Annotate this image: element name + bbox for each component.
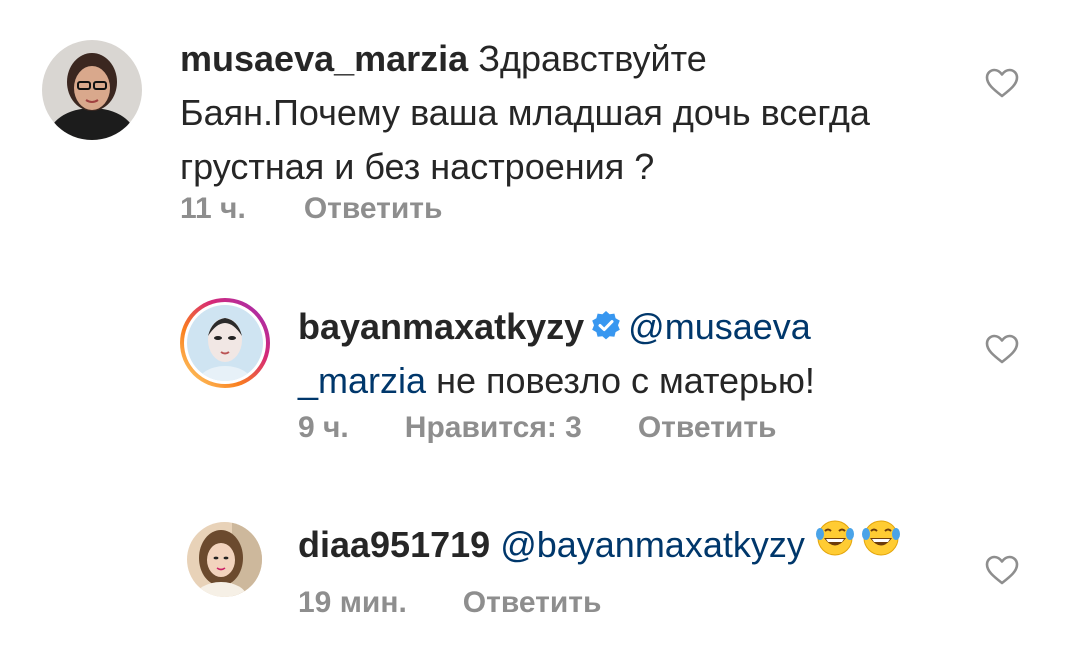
- comment-meta: 11 ч. Ответить: [180, 192, 442, 226]
- comment-time: 11 ч.: [180, 192, 246, 225]
- avatar[interactable]: [187, 522, 262, 597]
- comment-text-line1: Здравствуйте: [478, 38, 707, 79]
- comment-time: 9 ч.: [298, 411, 349, 444]
- reply-button[interactable]: Ответить: [304, 192, 443, 226]
- reply-button[interactable]: Ответить: [463, 586, 602, 620]
- mention-link[interactable]: @bayanmaxatkyzy: [500, 524, 805, 565]
- laughing-tears-emoji-icon: [815, 517, 905, 572]
- mention-link[interactable]: @musaeva: [628, 306, 811, 347]
- avatar[interactable]: [42, 40, 142, 140]
- heart-icon[interactable]: [985, 68, 1019, 98]
- comment-body: diaa951719 @bayanmaxatkyzy: [298, 517, 958, 578]
- profile-photo-story-ring-icon: [180, 298, 270, 388]
- comment-username[interactable]: musaeva_marzia: [180, 38, 468, 79]
- comment-meta: 19 мин. Ответить: [298, 586, 601, 620]
- avatar[interactable]: [178, 296, 272, 390]
- heart-icon[interactable]: [985, 555, 1019, 585]
- mention-link-continued[interactable]: _marzia: [298, 360, 426, 401]
- verified-badge-icon: [592, 311, 620, 340]
- comment-username[interactable]: bayanmaxatkyzy: [298, 306, 584, 347]
- comment-time: 19 мин.: [298, 586, 407, 619]
- heart-icon[interactable]: [985, 334, 1019, 364]
- comment-body: musaeva_marzia Здравствуйте Баян.Почему …: [180, 32, 960, 194]
- comment-text-line2: Баян.Почему ваша младшая дочь всегда: [180, 92, 870, 133]
- comment-text-line3: грустная и без настроения ?: [180, 146, 655, 187]
- comment-username[interactable]: diaa951719: [298, 524, 490, 565]
- reply-button[interactable]: Ответить: [638, 411, 777, 445]
- profile-photo-icon: [42, 40, 142, 140]
- comment-meta: 9 ч. Нравится: 3 Ответить: [298, 411, 776, 445]
- likes-count[interactable]: Нравится: 3: [405, 411, 582, 445]
- profile-photo-icon: [187, 522, 262, 597]
- comment-text: не повезло с матерью!: [436, 360, 815, 401]
- comment-body: bayanmaxatkyzy @musaeva _marzia не повез…: [298, 300, 958, 408]
